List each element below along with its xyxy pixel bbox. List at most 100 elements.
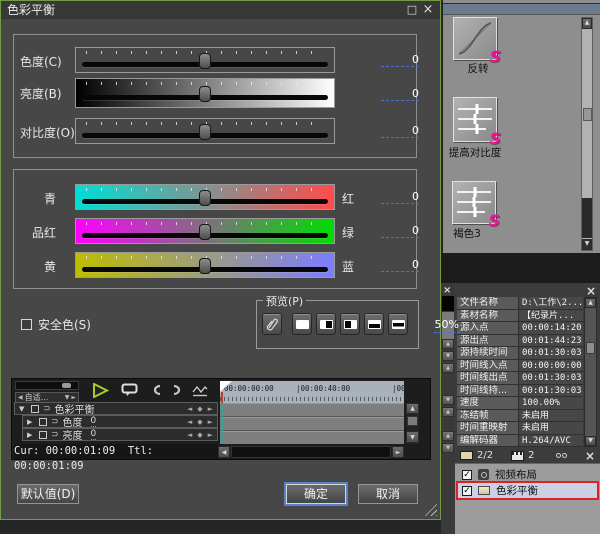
cyan-red-value-field[interactable]: 0 [381, 190, 419, 204]
prev-keyframe-icon[interactable]: ◄ [187, 418, 192, 426]
playhead-line[interactable] [221, 403, 223, 444]
preview-window-button[interactable] [121, 382, 138, 398]
add-keyframe-icon[interactable]: ◆ [197, 431, 202, 439]
spin-down-icon[interactable]: ▼ [442, 395, 454, 405]
preview-split-left-button[interactable] [340, 313, 360, 335]
effects-scrollbar[interactable]: ▲ ▼ [581, 17, 593, 251]
close-icon[interactable]: × [420, 1, 436, 19]
dialog-titlebar[interactable]: 色彩平衡 □ × [1, 1, 440, 19]
spin-up-icon[interactable]: ▲ [442, 363, 454, 373]
preview-split-bottom-button[interactable] [364, 313, 384, 335]
play-button[interactable] [92, 382, 109, 398]
scroll-up-icon[interactable]: ▲ [406, 403, 419, 414]
next-keyframe-icon[interactable]: ► [208, 431, 213, 439]
add-keyframe-icon[interactable]: ◆ [197, 405, 202, 413]
row-value[interactable]: 0 [91, 429, 97, 440]
timeline-ruler[interactable]: 00:00:00:00 |00:00:40:00 |00:0 [220, 381, 404, 403]
scroll-right-icon[interactable]: ► [392, 446, 404, 458]
scroll-down-icon[interactable]: ▼ [582, 239, 592, 250]
yellow-blue-value-field[interactable]: 0 [381, 258, 419, 272]
left-icon[interactable]: ◀ [18, 394, 23, 401]
kf-row-color-balance[interactable]: ▼ ⊃ 色彩平衡 ◄ ◆ ► [14, 402, 218, 415]
preview-compare-button[interactable] [262, 313, 282, 335]
slider-thumb[interactable] [199, 86, 211, 102]
checkbox-checked[interactable]: ✓ [462, 470, 472, 480]
slider-thumb[interactable] [199, 224, 211, 240]
spin-up-icon[interactable]: ▲ [442, 431, 454, 441]
scroll-up-icon[interactable]: ▲ [585, 298, 596, 308]
chroma-slider[interactable] [75, 47, 335, 73]
slider-thumb[interactable] [199, 190, 211, 206]
scroll-down-icon[interactable]: ▼ [406, 431, 419, 443]
spin-up-icon[interactable]: ▲ [442, 407, 454, 417]
row-checkbox[interactable] [39, 418, 47, 426]
expand-icon[interactable]: ▶ [27, 418, 35, 426]
brightness-slider[interactable] [75, 78, 335, 108]
scroll-left-icon[interactable]: ◀ [218, 446, 230, 458]
keyframe-lanes[interactable] [220, 403, 404, 444]
ok-button[interactable]: 确定 [286, 484, 346, 504]
undo-button[interactable] [149, 382, 163, 398]
next-keyframe-icon[interactable]: ► [208, 405, 213, 413]
safe-color-checkbox[interactable] [21, 319, 32, 330]
preview-zoom-field[interactable]: 50% [434, 318, 460, 333]
close-icon[interactable]: × [443, 285, 451, 296]
prev-keyframe-icon[interactable]: ◄ [187, 431, 192, 439]
scroll-down-icon[interactable]: ▼ [585, 436, 596, 446]
default-button[interactable]: 默认值(D) [17, 484, 79, 504]
scrollbar-thumb[interactable] [586, 342, 595, 354]
expand-icon[interactable]: ▶ [27, 431, 35, 439]
curve-view-button[interactable] [192, 382, 209, 398]
spin-up-icon[interactable]: ▲ [442, 339, 454, 349]
magenta-green-value-field[interactable]: 0 [381, 224, 419, 238]
film-icon[interactable] [556, 453, 567, 458]
preview-split-right-button[interactable] [316, 313, 336, 335]
spin-down-icon[interactable]: ▼ [442, 351, 454, 361]
list-item-video-layout[interactable]: ✓ 视频布局 [458, 467, 597, 482]
scrollbar-thumb[interactable] [583, 108, 592, 121]
row-checkbox[interactable] [39, 431, 47, 439]
kf-row-brightness[interactable]: ▶ ⊃ 亮度 0 ◄ ◆ ► [22, 428, 218, 441]
info-scrollbar[interactable]: ▲ ▼ [584, 297, 597, 447]
slider-thumb[interactable] [199, 124, 211, 140]
resize-grip[interactable] [422, 503, 437, 516]
list-item-color-balance[interactable]: ✓ 色彩平衡 [458, 483, 597, 498]
close-icon[interactable]: × [586, 284, 596, 298]
redo-button[interactable] [171, 382, 185, 398]
scrollbar-thumb[interactable] [407, 416, 418, 426]
contrast-value-field[interactable]: 0 [381, 124, 419, 138]
row-value[interactable]: 0 [91, 416, 97, 427]
brightness-value-field[interactable]: 0 [381, 87, 419, 101]
preview-split-top-button[interactable] [388, 313, 408, 335]
slider-thumb[interactable] [62, 383, 71, 388]
effect-item-contrast[interactable]: S [453, 97, 497, 142]
timeline-zoom-slider[interactable] [15, 381, 79, 390]
contrast-slider[interactable] [75, 118, 335, 144]
checkbox-checked[interactable]: ✓ [462, 486, 472, 496]
scrollbar-track[interactable] [582, 198, 592, 238]
timeline-hscrollbar[interactable] [231, 446, 391, 458]
chroma-value-field[interactable]: 0 [381, 53, 419, 67]
add-keyframe-icon[interactable]: ◆ [197, 418, 202, 426]
playhead-icon[interactable] [220, 381, 232, 392]
cancel-button[interactable]: 取消 [358, 484, 418, 504]
effect-item-sepia3[interactable]: S [452, 181, 496, 224]
collapse-icon[interactable]: ▼ [19, 405, 27, 413]
next-keyframe-icon[interactable]: ► [208, 418, 213, 426]
magenta-green-slider[interactable] [75, 218, 335, 244]
spin-down-icon[interactable]: ▼ [442, 443, 454, 453]
cyan-red-slider[interactable] [75, 184, 335, 210]
preview-full-button[interactable] [292, 313, 312, 335]
slider-thumb[interactable] [199, 53, 211, 69]
maximize-icon[interactable]: □ [404, 1, 420, 19]
slider-thumb[interactable] [199, 258, 211, 274]
chevron-down-icon[interactable]: ▼ [65, 394, 70, 401]
effect-item-invert[interactable]: S [453, 17, 497, 60]
row-checkbox[interactable] [31, 405, 39, 413]
kf-row-chroma[interactable]: ▶ ⊃ 色度 0 ◄ ◆ ► [22, 415, 218, 428]
right-icon[interactable]: ► [71, 394, 76, 401]
prev-keyframe-icon[interactable]: ◄ [187, 405, 192, 413]
yellow-blue-slider[interactable] [75, 252, 335, 278]
scroll-up-icon[interactable]: ▲ [582, 18, 592, 29]
delete-icon[interactable]: × [585, 449, 595, 463]
